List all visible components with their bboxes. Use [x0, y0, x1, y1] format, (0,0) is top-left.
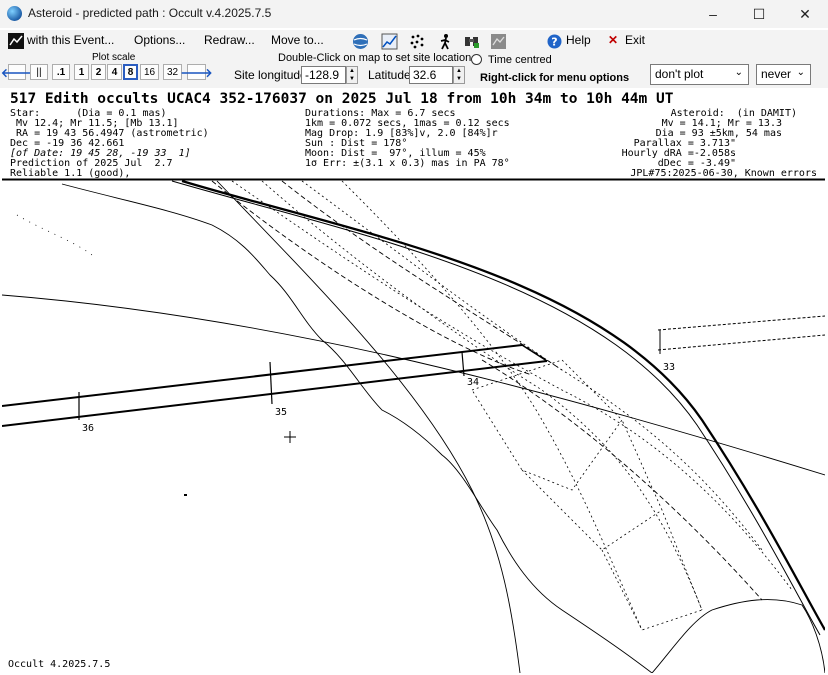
window-title: Asteroid - predicted path : Occult v.4.2… — [28, 6, 272, 20]
svg-text:?: ? — [551, 35, 557, 48]
close-button[interactable]: ✕ — [782, 0, 828, 28]
event-icon — [8, 33, 24, 49]
footer-version: Occult 4.2025.7.5 — [8, 659, 111, 670]
maximize-button[interactable]: ☐ — [736, 0, 782, 28]
path-north-limit — [2, 344, 523, 407]
path-end — [521, 344, 548, 362]
menu-redraw[interactable]: Redraw... — [204, 33, 255, 47]
path-map-drawing: 33 34 35 36 — [2, 178, 825, 673]
time-label-33: 33 — [663, 362, 675, 373]
time-label-35: 35 — [275, 407, 287, 418]
meridian-line — [216, 180, 521, 673]
tick-35 — [269, 361, 273, 405]
menu-event[interactable]: with this Event... — [27, 33, 114, 47]
menu-options[interactable]: Options... — [134, 33, 185, 47]
scale-button-8[interactable]: 8 — [123, 64, 138, 80]
earth-limb-inner — [171, 180, 821, 636]
scale-button-4[interactable]: 4 — [107, 64, 122, 80]
coastline-south — [651, 599, 825, 673]
never-select-value: never — [761, 67, 792, 81]
scale-button-1[interactable]: 1 — [74, 64, 89, 80]
pan-left-button[interactable]: 🡐 — [1, 64, 33, 80]
plot-scale-label: Plot scale — [92, 52, 136, 63]
title-bar: Asteroid - predicted path : Occult v.4.2… — [0, 0, 828, 28]
minimize-button[interactable]: – — [690, 0, 736, 28]
time-centred-radio[interactable] — [471, 54, 482, 65]
tick-34 — [461, 351, 465, 377]
scale-button-32[interactable]: 32 — [163, 64, 182, 80]
walker-icon[interactable] — [436, 32, 454, 50]
earth-limb — [181, 179, 825, 631]
path-map-plot[interactable]: 517 Edith occults UCAC4 352-176037 on 20… — [2, 90, 825, 673]
country-boundaries — [231, 180, 793, 631]
globe-icon[interactable] — [351, 32, 369, 50]
scale-button-0.1[interactable]: .1 — [52, 64, 70, 80]
pan-right-button[interactable]: 🡒 — [180, 64, 213, 80]
app-globe-icon — [7, 6, 22, 21]
path-segment-south — [657, 334, 825, 351]
menu-help[interactable]: Help — [566, 33, 591, 47]
site-longitude-input[interactable]: -128.9 — [301, 66, 346, 84]
menu-exit[interactable]: Exit — [625, 33, 645, 47]
path-segment-north — [657, 315, 825, 331]
binoculars-icon[interactable] — [462, 32, 480, 50]
toolbar: Plot scale 🡐 || .1 1 2 4 8 16 32 🡒 Doubl… — [0, 52, 828, 88]
plot-select[interactable]: don't plot ⌄ — [650, 64, 749, 85]
menu-bar: with this Event... Options... Redraw... … — [0, 30, 828, 52]
latitude-input[interactable]: 32.6 — [409, 66, 453, 84]
coastline — [61, 183, 653, 673]
coast-dots — [16, 214, 93, 256]
scale-button-2[interactable]: 2 — [91, 64, 106, 80]
plot-select-value: don't plot — [655, 67, 704, 81]
latitude-line — [2, 294, 825, 476]
map-hint: Double-Click on map to set site location — [278, 52, 472, 64]
latitude-label: Latitude — [368, 68, 411, 82]
site-longitude-spinner[interactable]: ▲ ▼ — [346, 66, 358, 84]
site-longitude-label: Site longitude — [234, 68, 307, 82]
chart-icon[interactable] — [380, 32, 398, 50]
never-select[interactable]: never ⌄ — [756, 64, 811, 85]
pause-button[interactable]: || — [30, 64, 48, 80]
latitude-spinner[interactable]: ▲ ▼ — [453, 66, 465, 84]
menu-move-to[interactable]: Move to... — [271, 33, 324, 47]
scale-button-16[interactable]: 16 — [140, 64, 159, 80]
dots-icon[interactable] — [408, 32, 426, 50]
time-centred-label: Time centred — [488, 54, 552, 66]
exit-icon[interactable]: ✕ — [608, 33, 618, 47]
time-label-36: 36 — [82, 423, 94, 434]
chevron-down-icon: ⌄ — [796, 67, 805, 78]
chevron-down-icon: ⌄ — [734, 67, 743, 78]
time-label-34: 34 — [467, 377, 479, 388]
right-click-hint: Right-click for menu options — [480, 72, 630, 84]
map-icon[interactable] — [489, 32, 507, 50]
help-icon[interactable]: ? — [545, 32, 563, 50]
island-dot — [184, 494, 187, 496]
